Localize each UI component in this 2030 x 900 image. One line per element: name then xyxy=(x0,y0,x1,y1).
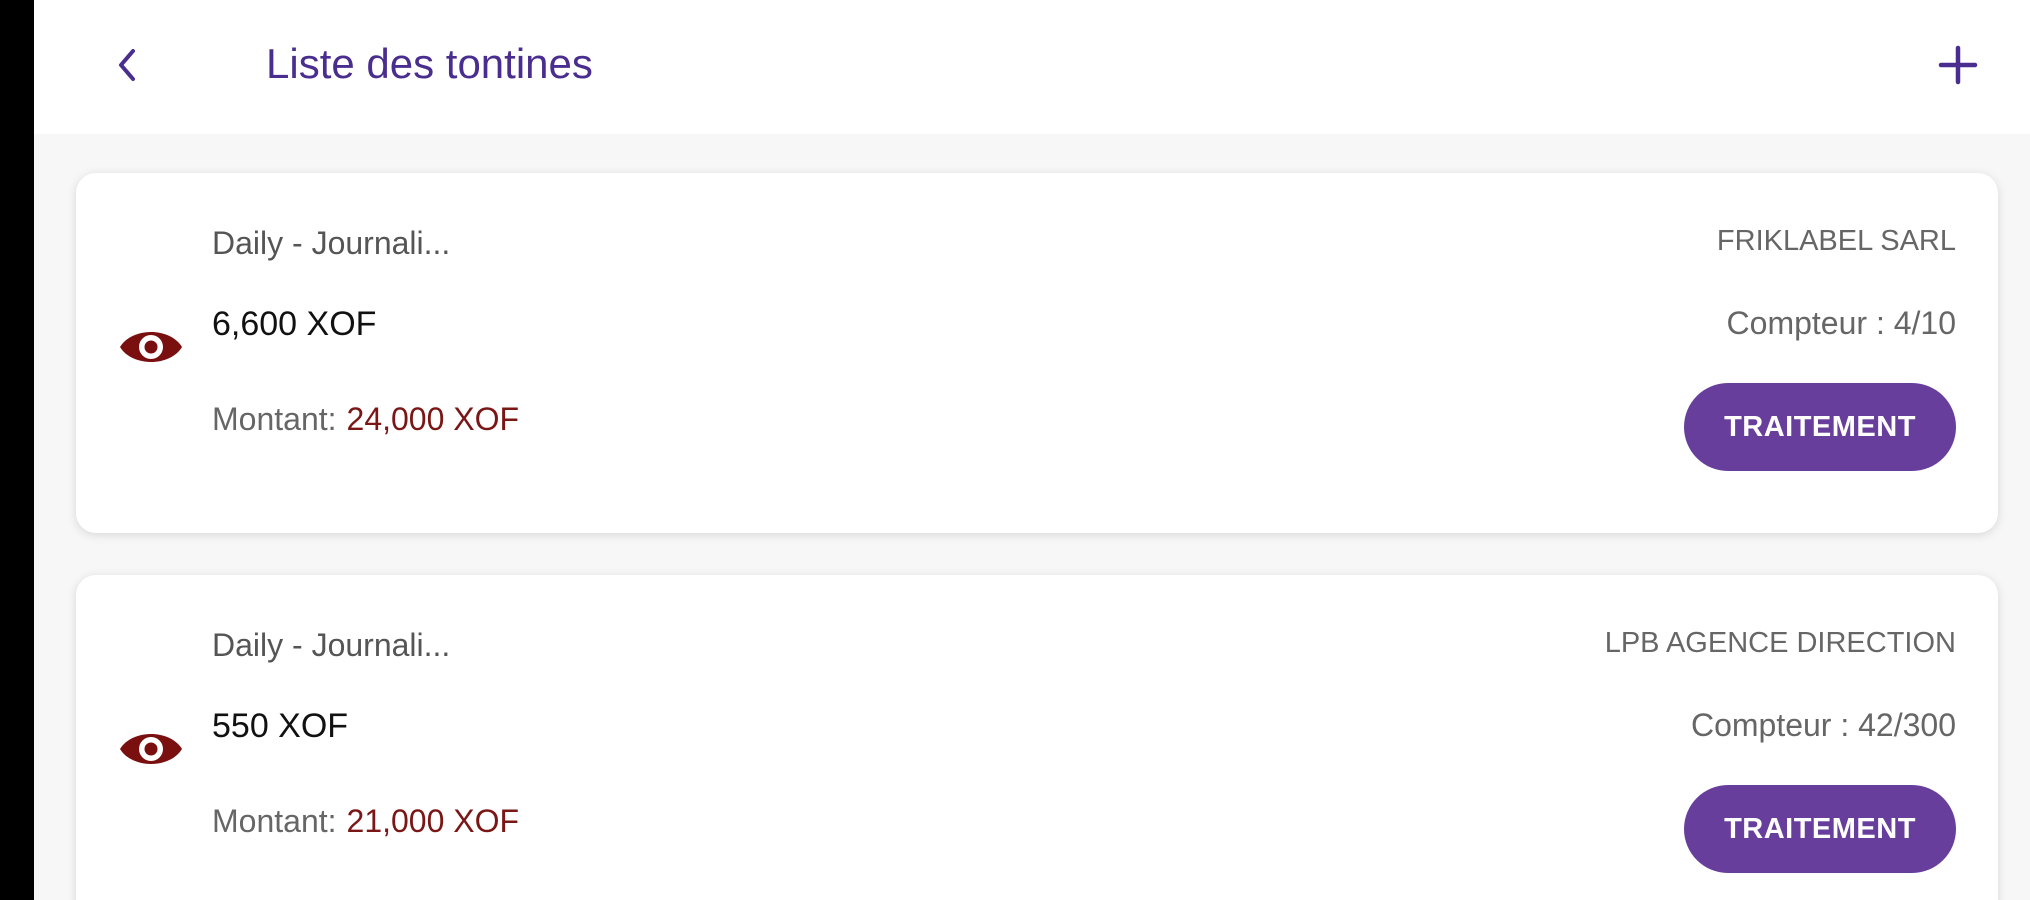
tontine-counter: Compteur : 4/10 xyxy=(1726,305,1956,341)
tontine-contribution-amount: 6,600 XOF xyxy=(212,305,377,343)
tontine-frequency: Daily - Journali... xyxy=(212,627,451,663)
tontine-agency: LPB AGENCE DIRECTION xyxy=(1604,627,1956,659)
montant-value: 21,000 XOF xyxy=(346,803,520,839)
page-title: Liste des tontines xyxy=(266,40,593,87)
traitement-button[interactable]: TRAITEMENT xyxy=(1684,785,1956,873)
eye-icon[interactable] xyxy=(118,725,184,773)
montant-row: Montant: 21,000 XOF xyxy=(212,803,519,840)
tontine-list-screen: Liste des tontines Daily - Journali... 6… xyxy=(34,0,2030,900)
eye-icon[interactable] xyxy=(118,323,184,371)
montant-label: Montant: xyxy=(212,401,337,437)
tontine-frequency: Daily - Journali... xyxy=(212,225,451,261)
back-button[interactable] xyxy=(96,30,156,100)
tontine-contribution-amount: 550 XOF xyxy=(212,707,349,745)
montant-value: 24,000 XOF xyxy=(346,401,520,437)
app-header: Liste des tontines xyxy=(34,0,2030,134)
tontine-counter: Compteur : 42/300 xyxy=(1690,707,1956,743)
chevron-left-icon xyxy=(119,49,135,81)
montant-row: Montant: 24,000 XOF xyxy=(212,401,519,438)
montant-label: Montant: xyxy=(212,803,337,839)
traitement-button[interactable]: TRAITEMENT xyxy=(1684,383,1956,471)
tontine-card[interactable]: Daily - Journali... 6,600 XOF Montant: 24… xyxy=(76,173,1998,533)
add-tontine-button[interactable] xyxy=(1928,30,1988,100)
plus-icon xyxy=(1938,45,1978,85)
tontine-card[interactable]: Daily - Journali... 550 XOF Montant: 21,0… xyxy=(76,575,1998,900)
tontine-agency: FRIKLABEL SARL xyxy=(1716,225,1956,257)
